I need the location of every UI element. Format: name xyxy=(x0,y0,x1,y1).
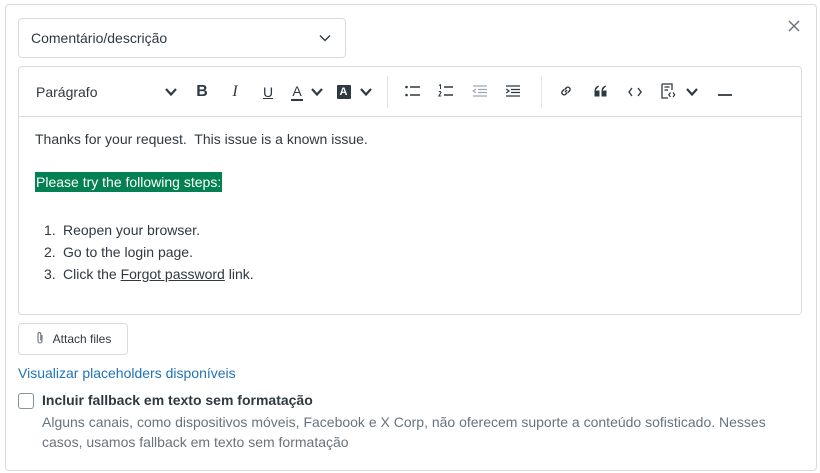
highlight-color-button[interactable]: A xyxy=(331,67,377,117)
list-number: 2. xyxy=(44,244,56,260)
toolbar-divider xyxy=(541,76,542,108)
text-color-letter: A xyxy=(292,82,302,99)
editor-toolbar: Parágrafo B I U A A xyxy=(19,67,801,117)
link-button[interactable] xyxy=(553,67,579,117)
highlight-color-icon: A xyxy=(336,85,351,99)
chevron-down-icon xyxy=(165,88,177,96)
editor-paragraph[interactable]: Thanks for your request. This issue is a… xyxy=(35,131,368,147)
outdent-icon xyxy=(472,84,488,100)
chevron-down-icon xyxy=(686,88,698,96)
list-item-text: Reopen your browser. xyxy=(63,222,200,238)
code-icon xyxy=(628,84,642,100)
code-block-button[interactable] xyxy=(655,67,703,117)
chevron-down-icon xyxy=(319,31,333,45)
indent-button[interactable] xyxy=(500,67,526,117)
list-number: 3. xyxy=(44,266,56,282)
chevron-down-icon xyxy=(359,88,372,96)
blockquote-button[interactable] xyxy=(588,67,614,117)
list-item-text: Click the xyxy=(63,266,121,282)
toolbar-divider xyxy=(387,76,388,108)
list-item[interactable]: 2. Go to the login page. xyxy=(44,241,254,263)
close-icon[interactable] xyxy=(786,18,802,34)
paragraph-format-label: Parágrafo xyxy=(36,84,98,100)
paperclip-icon xyxy=(35,331,45,348)
bulleted-list-icon xyxy=(405,84,421,100)
chevron-down-icon xyxy=(311,88,323,96)
paragraph-format-dropdown[interactable]: Parágrafo xyxy=(19,67,189,117)
fallback-hint: Alguns canais, como dispositivos móveis,… xyxy=(42,414,766,450)
quote-icon xyxy=(594,84,608,100)
underline-button[interactable]: U xyxy=(255,67,281,117)
link-icon xyxy=(559,84,573,101)
fallback-checkbox[interactable] xyxy=(18,393,34,409)
italic-button[interactable]: I xyxy=(222,67,248,117)
numbered-list-icon xyxy=(437,83,454,101)
comment-type-select[interactable]: Comentário/descrição xyxy=(18,18,346,58)
attach-files-label: Attach files xyxy=(52,332,112,346)
attach-files-button[interactable]: Attach files xyxy=(18,323,128,355)
text-color-button[interactable]: A xyxy=(285,67,329,117)
list-item-text: Go to the login page. xyxy=(63,244,193,260)
view-placeholders-link[interactable]: Visualizar placeholders disponíveis xyxy=(18,365,236,381)
comment-type-value: Comentário/descrição xyxy=(31,30,168,46)
fallback-checkbox-label[interactable]: Incluir fallback em texto sem formatação xyxy=(42,392,313,408)
outdent-button[interactable] xyxy=(467,67,493,117)
list-item[interactable]: 1. Reopen your browser. xyxy=(44,219,254,241)
list-item-text: link. xyxy=(224,266,254,282)
indent-icon xyxy=(505,84,521,100)
forgot-password-link[interactable]: Forgot password xyxy=(121,266,225,282)
text-color-icon: A xyxy=(291,84,303,101)
bold-button[interactable]: B xyxy=(189,67,215,117)
horizontal-rule-button[interactable] xyxy=(713,67,737,117)
bulleted-list-button[interactable] xyxy=(400,67,426,117)
numbered-list-button[interactable] xyxy=(433,67,459,117)
highlighted-text[interactable]: Please try the following steps: xyxy=(35,172,223,192)
steps-list: 1. Reopen your browser. 2. Go to the login… xyxy=(44,219,254,285)
list-item[interactable]: 3. Click the Forgot password link. xyxy=(44,263,254,285)
code-button[interactable] xyxy=(622,67,648,117)
horizontal-rule-icon xyxy=(718,84,732,100)
list-number: 1. xyxy=(44,222,56,238)
code-block-icon xyxy=(660,82,676,102)
